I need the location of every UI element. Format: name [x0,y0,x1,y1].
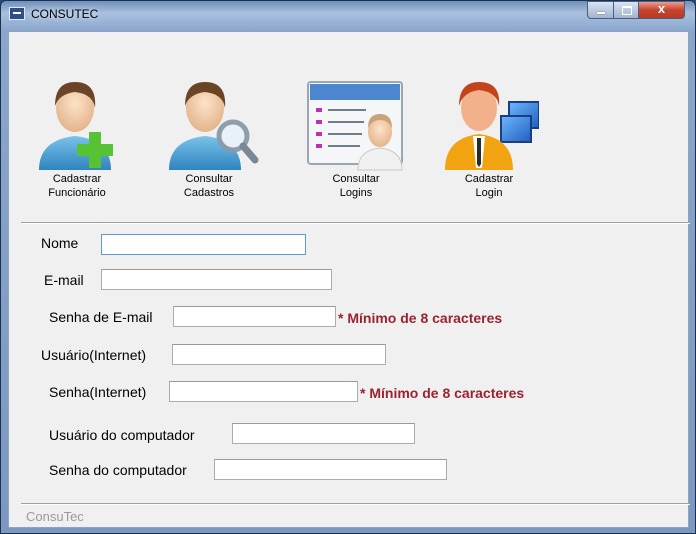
email-label: E-mail [44,272,84,288]
close-icon: x [657,1,666,16]
toolbar-label: Cadastrar Funcionário [48,173,106,199]
status-separator [21,503,690,505]
consultar-cadastros-button[interactable]: Consultar Cadastros [159,72,259,200]
cadastrar-funcionario-button[interactable]: Cadastrar Funcionário [27,72,127,200]
status-text: ConsuTec [26,509,84,524]
login-list-icon [307,81,403,171]
maximize-button[interactable] [613,1,639,19]
senha-email-input[interactable] [173,306,336,327]
senha-computador-label: Senha do computador [49,462,187,478]
email-input[interactable] [101,269,332,290]
title-bar[interactable]: CONSUTEC x [1,1,695,27]
nome-label: Nome [41,235,79,251]
toolbar-label: Consultar Logins [332,173,380,199]
usuario-computador-input[interactable] [232,423,415,444]
toolbar-separator [21,222,690,224]
senha-internet-hint: * Mínimo de 8 caracteres [360,385,525,401]
senha-computador-input[interactable] [214,459,447,480]
person-search-icon [169,82,259,170]
window-title: CONSUTEC [31,7,99,21]
main-window: CONSUTEC x Cadastrar Funcionário Consult… [0,0,696,534]
usuario-computador-label: Usuário do computador [49,427,195,443]
usuario-internet-input[interactable] [172,344,386,365]
senha-internet-input[interactable] [169,381,358,402]
network-user-icon [445,82,539,170]
senha-email-label: Senha de E-mail [49,309,153,325]
app-icon[interactable] [9,7,25,20]
cadastrar-login-button[interactable]: Cadastrar Login [439,72,539,200]
person-add-icon [39,82,113,170]
toolbar-label: Consultar Cadastros [183,173,235,199]
close-button[interactable]: x [638,1,685,19]
toolbar-label: Cadastrar Login [464,173,514,199]
client-area: Cadastrar Funcionário Consultar Cadastro… [8,31,690,528]
senha-email-hint: * Mínimo de 8 caracteres [338,310,503,326]
usuario-internet-label: Usuário(Internet) [41,347,147,363]
minimize-button[interactable] [587,1,614,19]
senha-internet-label: Senha(Internet) [49,384,147,400]
nome-input[interactable] [101,234,306,255]
consultar-logins-button[interactable]: Consultar Logins [306,72,406,200]
